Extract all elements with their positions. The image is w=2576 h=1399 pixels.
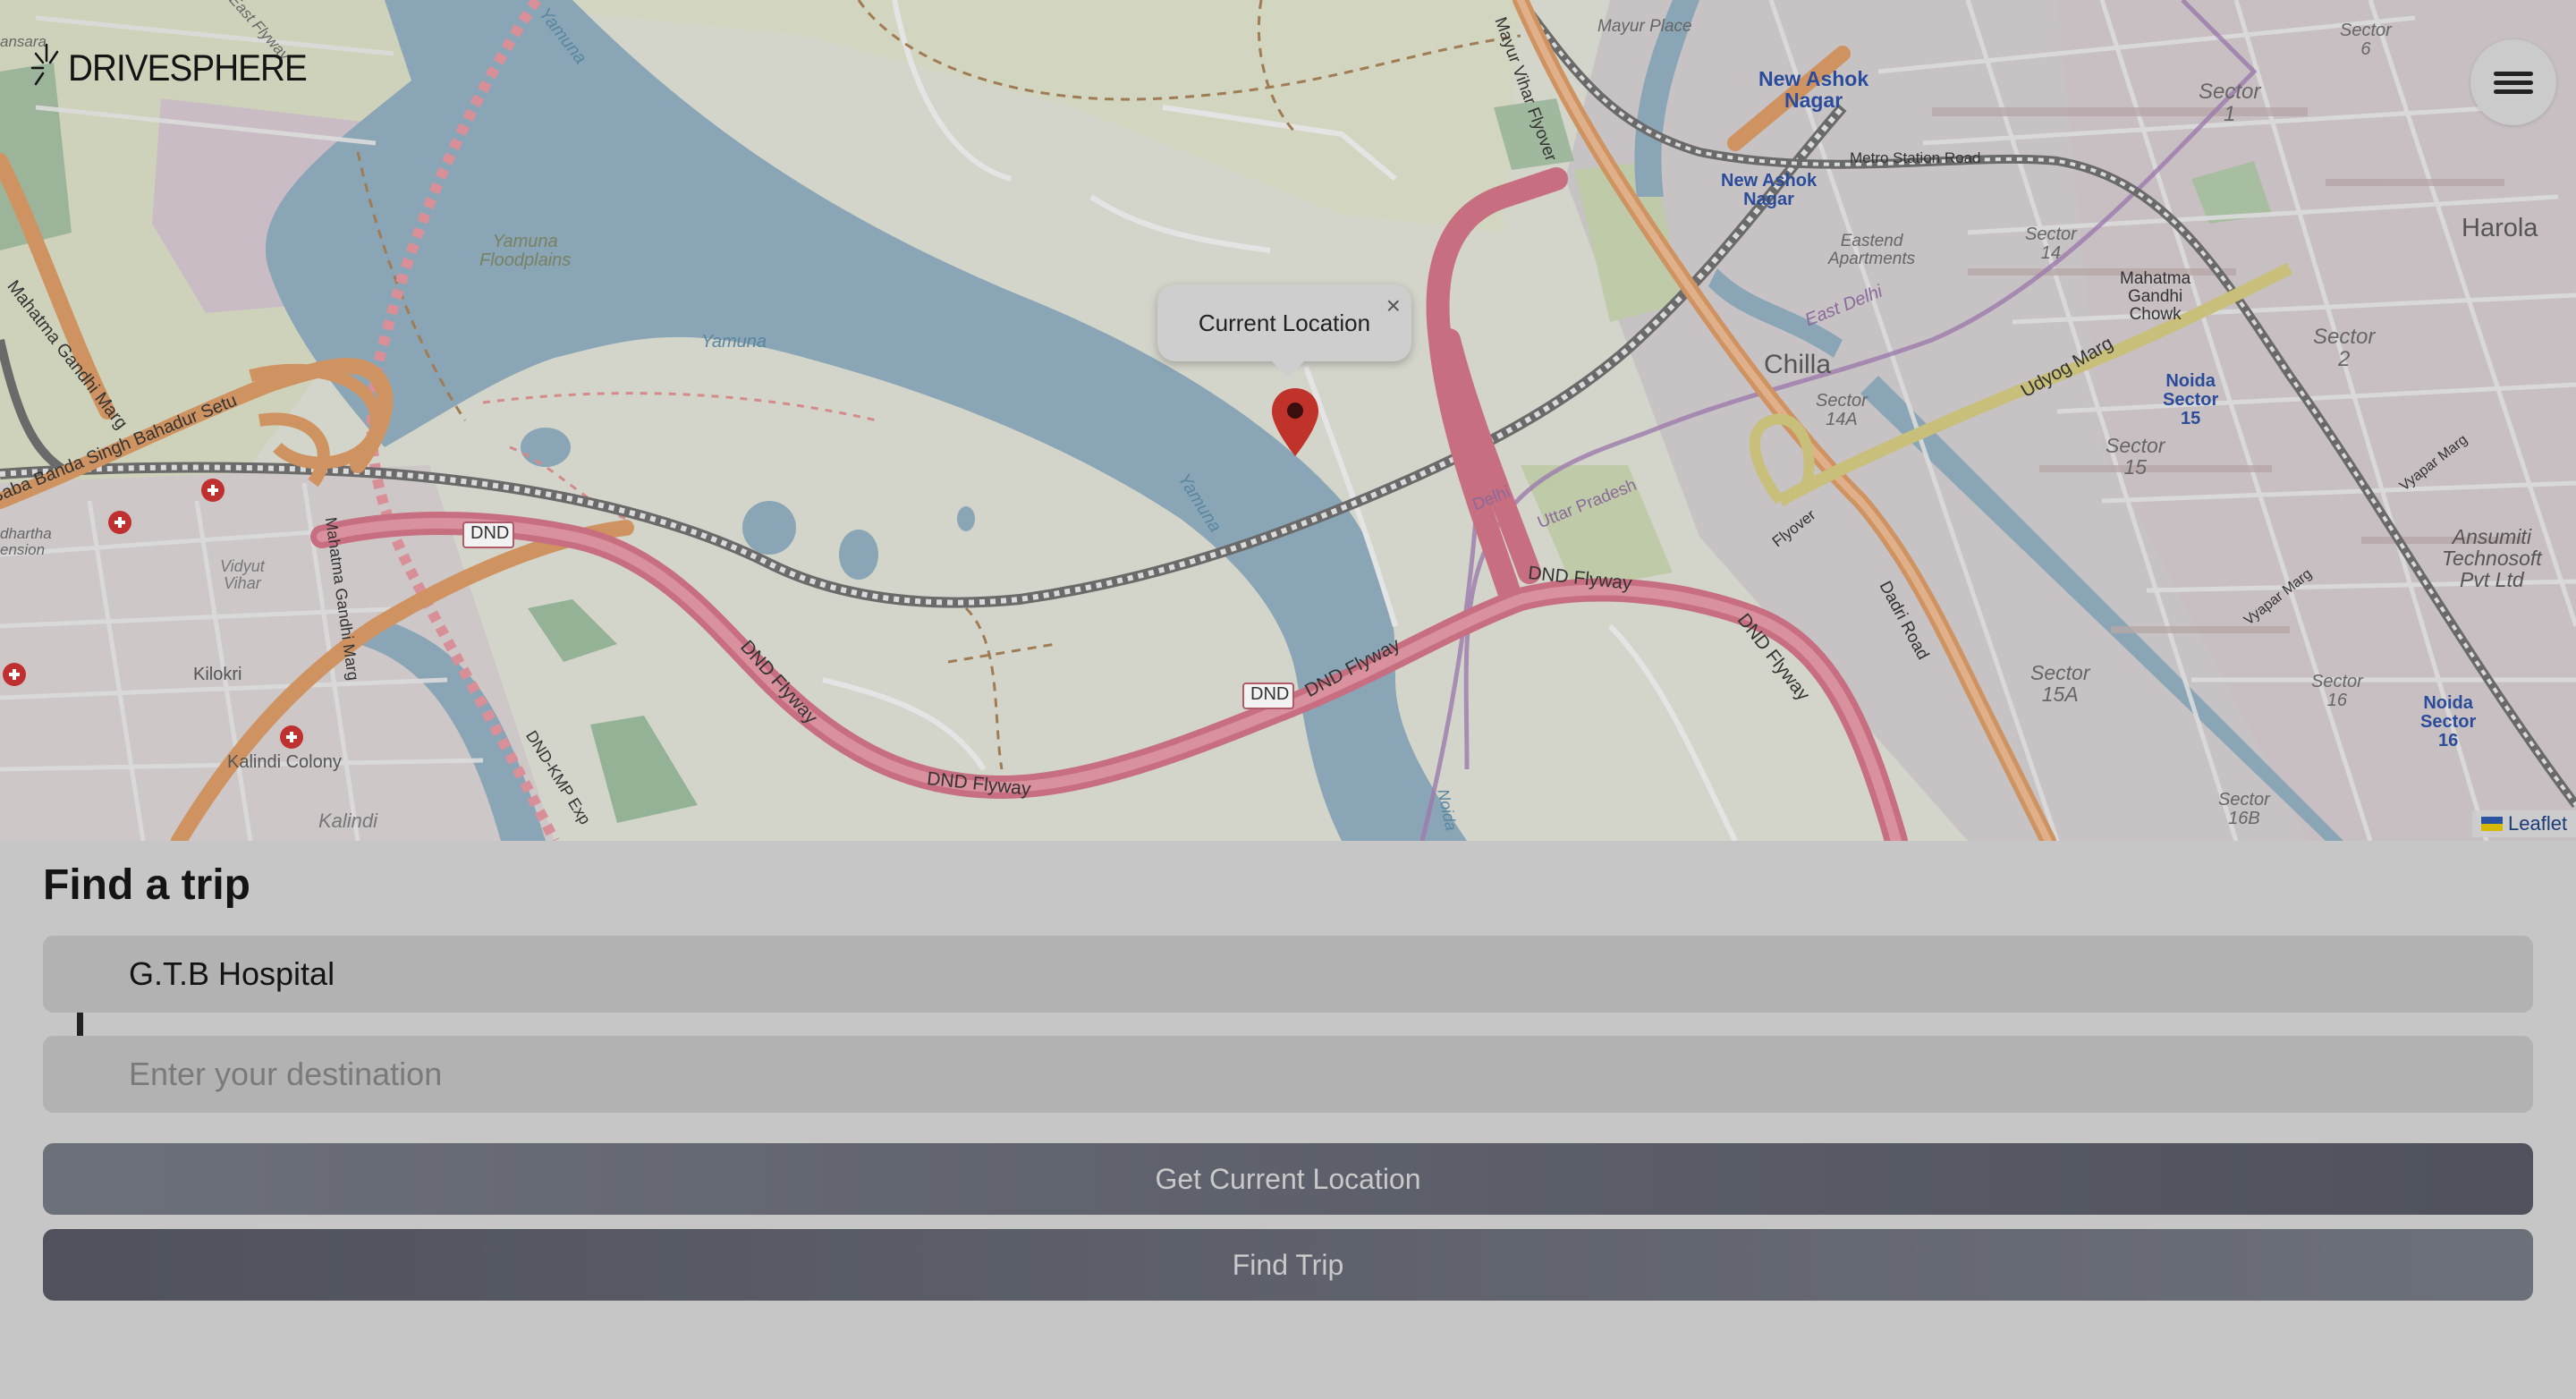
map-label-new-ashok-nagar-2: New Ashok Nagar — [1721, 171, 1818, 209]
menu-button[interactable] — [2470, 39, 2556, 125]
location-popup: Current Location × — [1157, 284, 1411, 377]
destination-input[interactable] — [43, 1036, 2533, 1113]
map-label-ansumiti: Ansumiti Technosoft Pvt Ltd — [2442, 525, 2542, 592]
map-label-sector-6: Sector 6 — [2340, 21, 2392, 59]
hamburger-menu-icon — [2494, 67, 2533, 98]
map-pin-icon[interactable] — [1270, 386, 1320, 458]
map-label-chilla: Chilla — [1764, 350, 1832, 379]
map-label-noida-sector-15: Noida Sector 15 — [2163, 371, 2219, 428]
map-label-sector-2: Sector 2 — [2313, 325, 2376, 372]
brand-logo[interactable]: DRIVESPHERE — [29, 41, 327, 95]
map-label-sector-16: Sector 16 — [2311, 672, 2363, 710]
map-label-yamuna-floodplains: Yamuna Floodplains — [479, 232, 572, 270]
map-label-sector-1: Sector 1 — [2199, 80, 2261, 127]
map-label-dhartha-ension: dhartha ension — [0, 525, 52, 558]
map-label-vidyut-vihar: Vidyut Vihar — [220, 557, 265, 592]
panel-title: Find a trip — [43, 861, 250, 909]
map-label-sector-14a: Sector 14A — [1816, 391, 1868, 429]
flag-icon — [2481, 817, 2503, 831]
map-label-kalindi-colony: Kalindi Colony — [227, 752, 342, 772]
map-label-sector-15a: Sector 15A — [2030, 661, 2090, 707]
map-label-sector-15: Sector 15 — [2106, 434, 2165, 479]
map-label-sector-14: Sector 14 — [2025, 225, 2077, 263]
brand-name: DRIVESPHERE — [68, 47, 308, 89]
popup-text: Current Location — [1198, 309, 1371, 336]
map-label-kalindi: Kalindi — [318, 810, 378, 832]
map-label-yamuna-river-1: Yamuna — [701, 332, 767, 352]
map-label-harola: Harola — [2462, 214, 2538, 242]
map-attribution[interactable]: Leaflet — [2472, 810, 2576, 837]
map-label-kilokri: Kilokri — [193, 665, 242, 684]
close-icon[interactable]: × — [1386, 292, 1401, 320]
pickup-input[interactable] — [43, 936, 2533, 1013]
trip-panel: Find a trip Get Current Location Find Tr… — [0, 841, 2576, 1399]
map-label-dnd-2: DND — [1250, 684, 1290, 704]
spark-icon — [30, 43, 59, 86]
map-label-mahatma-gandhi-chowk: Mahatma Gandhi Chowk — [2120, 269, 2191, 324]
get-current-location-button[interactable]: Get Current Location — [43, 1143, 2533, 1215]
map-label-dnd-1: DND — [470, 523, 510, 543]
map-label-noida-sector-16: Noida Sector 16 — [2420, 693, 2477, 750]
map-label-metro-station-road: Metro Station Road — [1850, 149, 1981, 166]
map-view[interactable]: Mayur Place New Ashok Nagar New Ashok Na… — [0, 0, 2576, 841]
map-label-mayur-place: Mayur Place — [1597, 17, 1692, 36]
attribution-link[interactable]: Leaflet — [2508, 812, 2567, 835]
find-trip-button[interactable]: Find Trip — [43, 1229, 2533, 1301]
map-label-new-ashok-nagar: New Ashok Nagar — [1758, 67, 1869, 113]
map-label-eastend-apartments: Eastend Apartments — [1828, 232, 1916, 268]
map-label-sector-16b: Sector 16B — [2218, 790, 2270, 828]
